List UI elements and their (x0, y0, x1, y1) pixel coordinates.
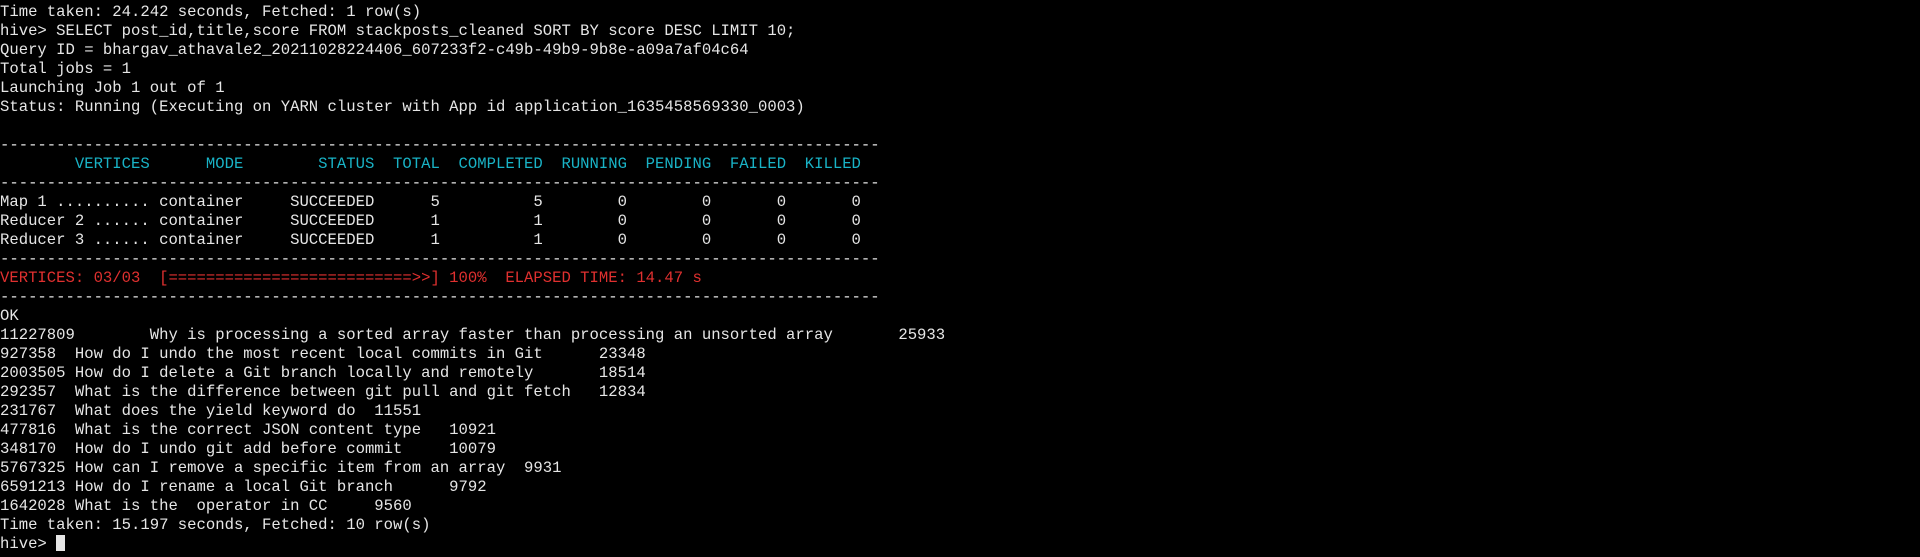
terminal-line: ----------------------------------------… (0, 174, 880, 192)
terminal-line: Reducer 3 ...... container SUCCEEDED 1 1… (0, 231, 861, 249)
terminal-line: Status: Running (Executing on YARN clust… (0, 98, 805, 116)
terminal-line: 292357 What is the difference between gi… (0, 383, 646, 401)
terminal-line: 477816 What is the correct JSON content … (0, 421, 496, 439)
terminal-line: OK (0, 307, 19, 325)
terminal-line: 5767325 How can I remove a specific item… (0, 459, 562, 477)
terminal-line: 6591213 How do I rename a local Git bran… (0, 478, 487, 496)
prompt-line[interactable]: hive> (0, 535, 1920, 554)
terminal-line: Time taken: 24.242 seconds, Fetched: 1 r… (0, 3, 422, 21)
terminal-line: 348170 How do I undo git add before comm… (0, 440, 496, 458)
terminal-line: ----------------------------------------… (0, 250, 880, 268)
terminal-line: VERTICES: 03/03 [=======================… (0, 269, 702, 287)
terminal-line: Launching Job 1 out of 1 (0, 79, 225, 97)
terminal-line: 1642028 What is the operator in CC 9560 (0, 497, 412, 515)
terminal-window[interactable]: Time taken: 24.242 seconds, Fetched: 1 r… (0, 0, 1920, 557)
terminal-line: Reducer 2 ...... container SUCCEEDED 1 1… (0, 212, 861, 230)
terminal-line: Time taken: 15.197 seconds, Fetched: 10 … (0, 516, 431, 534)
terminal-line: Map 1 .......... container SUCCEEDED 5 5… (0, 193, 861, 211)
terminal-line: ----------------------------------------… (0, 288, 880, 306)
terminal-line: Query ID = bhargav_athavale2_20211028224… (0, 41, 749, 59)
terminal-line: hive> SELECT post_id,title,score FROM st… (0, 22, 796, 40)
terminal-output: Time taken: 24.242 seconds, Fetched: 1 r… (0, 3, 1920, 535)
terminal-line: ----------------------------------------… (0, 136, 880, 154)
terminal-line: 927358 How do I undo the most recent loc… (0, 345, 646, 363)
terminal-line: 231767 What does the yield keyword do 11… (0, 402, 422, 420)
hive-prompt: hive> (0, 535, 57, 553)
terminal-line: VERTICES MODE STATUS TOTAL COMPLETED RUN… (0, 155, 861, 173)
text-cursor[interactable] (56, 535, 66, 551)
terminal-line: 2003505 How do I delete a Git branch loc… (0, 364, 646, 382)
terminal-line: 11227809 Why is processing a sorted arra… (0, 326, 946, 344)
terminal-line: Total jobs = 1 (0, 60, 132, 78)
